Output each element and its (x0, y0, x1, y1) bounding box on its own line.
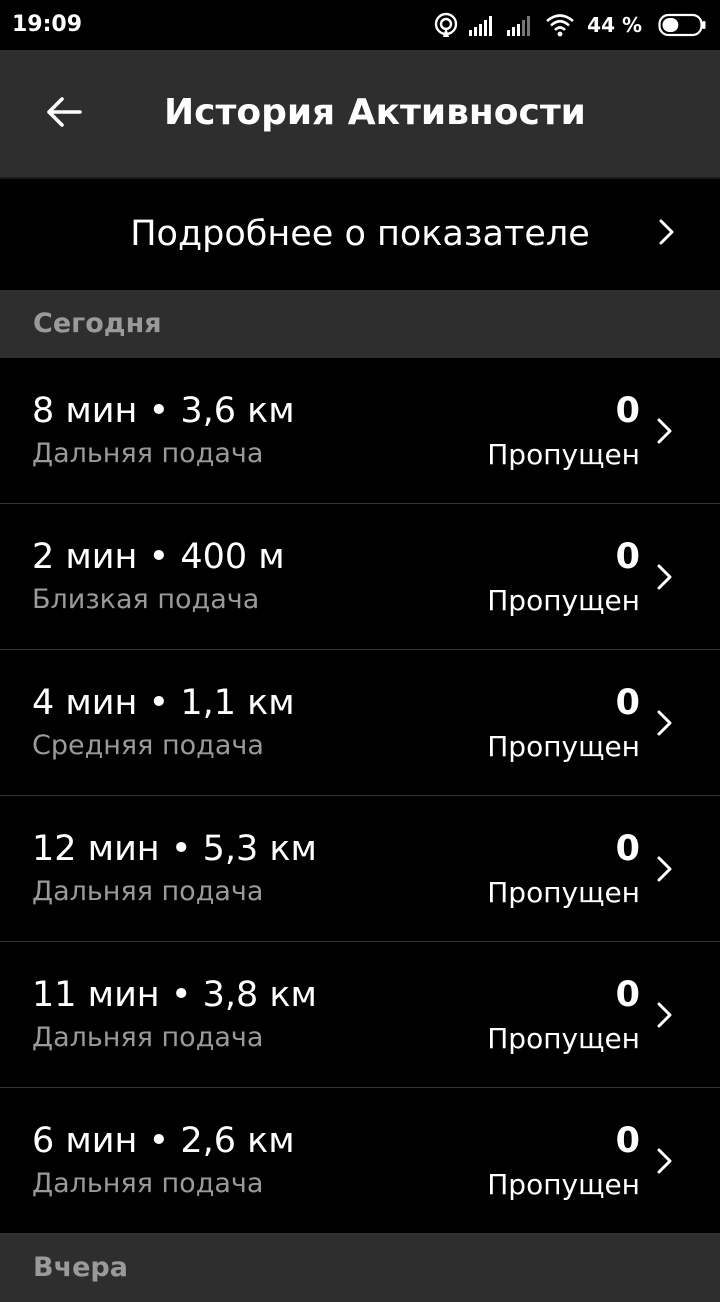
order-status: Пропущен (487, 1022, 640, 1055)
chevron-right-icon (657, 1148, 672, 1174)
chevron-right-icon (659, 219, 674, 245)
order-pickup-type: Близкая подача (32, 584, 260, 615)
order-row[interactable]: 12 мин • 5,3 км Дальняя подача 0 Пропуще… (0, 796, 720, 942)
chevron-right-icon (657, 710, 672, 736)
order-row[interactable]: 8 мин • 3,6 км Дальняя подача 0 Пропущен (0, 358, 720, 504)
order-pickup-type: Дальняя подача (32, 1022, 264, 1053)
order-value: 0 (615, 829, 640, 869)
chevron-right-icon (657, 564, 672, 590)
order-time-distance: 4 мин • 1,1 км (32, 683, 295, 723)
order-pickup-type: Дальняя подача (32, 1168, 264, 1199)
order-pickup-type: Дальняя подача (32, 438, 264, 469)
order-value: 0 (615, 975, 640, 1015)
order-value: 0 (615, 537, 640, 577)
details-link[interactable]: Подробнее о показателе (0, 179, 720, 289)
section-header-today: Сегодня (0, 290, 720, 358)
section-label: Вчера (33, 1252, 128, 1283)
signal-icon (507, 16, 531, 36)
status-icons: 44 % (423, 10, 706, 40)
wifi-icon (546, 14, 574, 37)
order-row[interactable]: 6 мин • 2,6 км Дальняя подача 0 Пропущен (0, 1088, 720, 1234)
hotspot-icon (434, 12, 458, 37)
order-time-distance: 6 мин • 2,6 км (32, 1121, 295, 1161)
details-link-label: Подробнее о показателе (130, 214, 590, 254)
order-status: Пропущен (487, 438, 640, 471)
arrow-left-icon (47, 97, 82, 127)
battery-icon (658, 13, 706, 37)
order-value: 0 (615, 1121, 640, 1161)
order-time-distance: 12 мин • 5,3 км (32, 829, 317, 869)
section-header-yesterday: Вчера (0, 1234, 720, 1302)
status-time: 19:09 (12, 12, 83, 37)
order-time-distance: 11 мин • 3,8 км (32, 975, 317, 1015)
order-status: Пропущен (487, 584, 640, 617)
order-status: Пропущен (487, 1168, 640, 1201)
order-pickup-type: Средняя подача (32, 730, 264, 761)
order-pickup-type: Дальняя подача (32, 876, 264, 907)
order-row[interactable]: 4 мин • 1,1 км Средняя подача 0 Пропущен (0, 650, 720, 796)
order-value: 0 (615, 391, 640, 431)
signal-icon (469, 16, 493, 36)
order-row[interactable]: 11 мин • 3,8 км Дальняя подача 0 Пропуще… (0, 942, 720, 1088)
status-bar: 19:09 44 % (0, 0, 720, 50)
order-list: 8 мин • 3,6 км Дальняя подача 0 Пропущен… (0, 358, 720, 1234)
order-value: 0 (615, 683, 640, 723)
order-status: Пропущен (487, 730, 640, 763)
page-title: История Активности (164, 92, 586, 133)
order-time-distance: 8 мин • 3,6 км (32, 391, 295, 431)
app-bar: История Активности (0, 50, 720, 179)
chevron-right-icon (657, 1002, 672, 1028)
back-button[interactable] (32, 80, 96, 144)
chevron-right-icon (657, 418, 672, 444)
battery-percent: 44 % (587, 13, 642, 37)
section-label: Сегодня (33, 308, 162, 339)
order-status: Пропущен (487, 876, 640, 909)
order-time-distance: 2 мин • 400 м (32, 537, 285, 577)
chevron-right-icon (657, 856, 672, 882)
order-row[interactable]: 2 мин • 400 м Близкая подача 0 Пропущен (0, 504, 720, 650)
